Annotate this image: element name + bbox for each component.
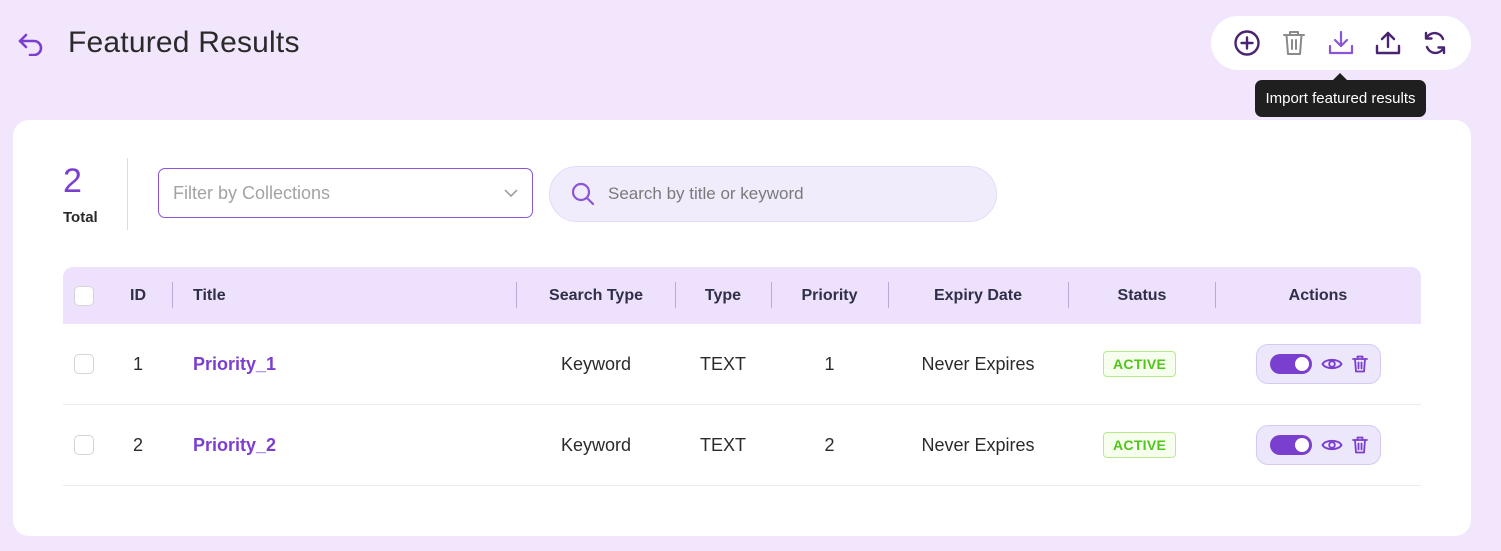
- table-header: ID Title Search Type Type Priority Expir…: [63, 267, 1421, 324]
- chevron-down-icon: [504, 189, 518, 198]
- search-icon: [571, 182, 595, 206]
- row-type: TEXT: [699, 434, 746, 455]
- row-expiry-date: Never Expires: [921, 353, 1035, 374]
- results-table: ID Title Search Type Type Priority Expir…: [63, 267, 1421, 486]
- view-button[interactable]: [1321, 437, 1343, 453]
- column-header-actions: Actions: [1288, 286, 1348, 304]
- delete-row-button[interactable]: [1351, 355, 1368, 373]
- back-button[interactable]: [16, 30, 46, 58]
- status-badge: ACTIVE: [1103, 432, 1177, 458]
- column-header-expiry-date: Expiry Date: [933, 286, 1023, 304]
- table-row: 1 Priority_1 Keyword TEXT 1 Never Expire…: [63, 324, 1421, 405]
- row-title-link[interactable]: Priority_1: [193, 354, 276, 375]
- search-box: [549, 166, 997, 222]
- row-id: 2: [132, 434, 143, 455]
- row-id: 1: [132, 353, 143, 374]
- divider: [127, 158, 128, 230]
- enable-toggle[interactable]: [1269, 435, 1312, 455]
- collections-filter-placeholder: Filter by Collections: [173, 182, 331, 203]
- total-count: 2: [63, 162, 82, 200]
- status-badge: ACTIVE: [1103, 351, 1177, 377]
- column-header-type: Type: [704, 286, 742, 304]
- select-all-checkbox[interactable]: [74, 285, 94, 306]
- download-icon: [1328, 30, 1354, 55]
- column-header-title: Title: [193, 286, 226, 304]
- row-priority: 2: [824, 434, 835, 455]
- row-actions: [1256, 425, 1381, 465]
- results-card: 2 Total Filter by Collections ID Title S…: [13, 120, 1471, 536]
- table-bottom-border: [517, 485, 1421, 486]
- view-button[interactable]: [1321, 356, 1343, 372]
- total-label: Total: [63, 209, 98, 226]
- eye-icon: [1321, 439, 1342, 451]
- import-tooltip: Import featured results: [1255, 73, 1426, 117]
- delete-row-button[interactable]: [1351, 436, 1368, 454]
- delete-button[interactable]: [1276, 25, 1312, 61]
- trash-icon: [1351, 436, 1368, 454]
- row-expiry-date: Never Expires: [921, 434, 1035, 455]
- row-search-type: Keyword: [560, 353, 632, 374]
- import-button[interactable]: [1323, 25, 1359, 61]
- column-header-search-type: Search Type: [549, 286, 643, 304]
- eye-icon: [1321, 358, 1342, 370]
- row-actions: [1256, 344, 1381, 384]
- row-checkbox[interactable]: [74, 435, 94, 455]
- trash-icon: [1351, 355, 1368, 373]
- page-title: Featured Results: [68, 26, 300, 59]
- upload-icon: [1375, 31, 1401, 55]
- column-header-priority: Priority: [801, 286, 858, 304]
- trash-icon: [1282, 31, 1305, 55]
- refresh-icon: [1425, 31, 1446, 55]
- row-search-type: Keyword: [560, 434, 632, 455]
- table-row: 2 Priority_2 Keyword TEXT 2 Never Expire…: [63, 405, 1421, 486]
- row-title-link[interactable]: Priority_2: [193, 435, 276, 456]
- column-header-id: ID: [130, 286, 146, 304]
- row-type: TEXT: [699, 353, 746, 374]
- row-priority: 1: [824, 353, 835, 374]
- collections-filter-select[interactable]: Filter by Collections: [158, 168, 533, 218]
- refresh-button[interactable]: [1417, 25, 1453, 61]
- plus-circle-icon: [1233, 30, 1260, 56]
- back-arrow-icon: [18, 33, 43, 56]
- row-checkbox[interactable]: [74, 354, 94, 374]
- enable-toggle[interactable]: [1269, 354, 1312, 374]
- column-header-status: Status: [1117, 286, 1167, 304]
- export-button[interactable]: [1370, 25, 1406, 61]
- add-button[interactable]: [1229, 25, 1265, 61]
- toolbar: [1211, 16, 1471, 70]
- search-input[interactable]: [608, 184, 976, 204]
